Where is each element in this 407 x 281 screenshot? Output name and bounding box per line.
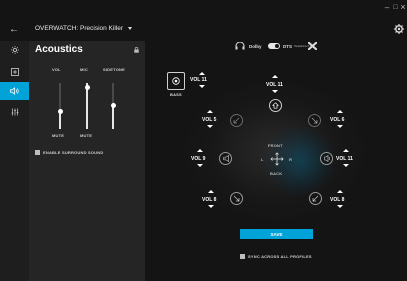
chevron-down-icon	[127, 26, 132, 30]
rear-left-vol-value: VOL 8	[202, 197, 217, 203]
front-right-speaker-icon	[311, 117, 318, 124]
bass-vol-value: VOL 11	[190, 77, 207, 83]
rear-left-speaker-icon	[233, 195, 240, 202]
equalizer-icon	[11, 108, 18, 116]
mic-slider-thumb[interactable]	[84, 85, 90, 90]
checkbox-checked-icon	[35, 150, 40, 155]
front-right-speaker-button[interactable]	[308, 114, 321, 127]
left-vol-up[interactable]	[197, 149, 203, 152]
slider-label-sidetone: SIDETONE	[103, 67, 125, 72]
sync-checkbox[interactable]: SYNC ACROSS ALL PROFILES	[240, 254, 312, 259]
surround-area: Dolby DTS Headphone:X BASS VOL 11 VOL 11…	[145, 41, 407, 281]
center-vol-up[interactable]	[272, 75, 278, 78]
left-vol-value: VOL 9	[191, 156, 206, 162]
sidetone-slider-thumb[interactable]	[110, 103, 116, 108]
lock-icon[interactable]	[134, 47, 139, 53]
bass-vol-up[interactable]	[199, 72, 205, 75]
rear-right-speaker-icon	[312, 195, 319, 202]
right-vol-down[interactable]	[343, 164, 349, 167]
toggle-knob	[275, 44, 279, 48]
compass-right-label: R	[289, 157, 293, 162]
slider-label-vol: VOL	[52, 67, 61, 72]
dts-option[interactable]: DTS	[283, 44, 292, 49]
center-vol-value: VOL 11	[266, 82, 283, 88]
maximize-button[interactable]: □	[392, 3, 399, 11]
headset-icon	[235, 42, 245, 50]
sync-checkbox-label: SYNC ACROSS ALL PROFILES	[248, 254, 312, 259]
subwoofer-icon	[172, 77, 180, 85]
front-left-vol-up[interactable]	[207, 110, 213, 113]
vol-mute-button[interactable]: MUTE	[52, 133, 64, 138]
rear-right-vol-down[interactable]	[337, 205, 343, 208]
dolby-option[interactable]: Dolby	[249, 44, 262, 49]
front-left-vol-value: VOL 5	[202, 117, 217, 123]
rear-right-speaker-button[interactable]	[309, 192, 322, 205]
right-speaker-icon	[323, 155, 330, 162]
right-vol-up[interactable]	[343, 149, 349, 152]
memory-icon	[10, 68, 19, 76]
move-arrows-icon[interactable]	[270, 152, 284, 166]
back-arrow-icon[interactable]: ←	[9, 24, 19, 35]
center-speaker-icon	[272, 102, 279, 109]
profile-dropdown[interactable]: OVERWATCH: Precision Killer	[35, 25, 132, 32]
front-right-vol-value: VOL 6	[330, 117, 345, 123]
rear-left-vol-down[interactable]	[208, 205, 214, 208]
rail-item-lighting[interactable]	[0, 41, 29, 59]
acoustics-panel: Acoustics VOL MIC SIDETONE MUTE MUTE ENA…	[29, 41, 145, 281]
sidetone-slider-fill	[112, 105, 114, 129]
bass-vol-down[interactable]	[199, 85, 205, 88]
rear-right-vol-value: VOL 8	[330, 197, 345, 203]
right-speaker-button[interactable]	[320, 152, 333, 165]
save-button[interactable]: SAVE	[240, 229, 313, 239]
compass-left-label: L	[261, 157, 264, 162]
front-left-speaker-button[interactable]	[230, 114, 243, 127]
front-left-vol-down[interactable]	[207, 125, 213, 128]
panel-title: Acoustics	[35, 44, 83, 55]
surround-checkbox-label: ENABLE SURROUND SOUND	[43, 150, 104, 155]
rear-left-vol-up[interactable]	[208, 190, 214, 193]
sun-icon	[10, 46, 19, 54]
slider-label-mic: MIC	[80, 67, 88, 72]
rear-right-vol-up[interactable]	[337, 190, 343, 193]
left-vol-down[interactable]	[197, 164, 203, 167]
checkbox-checked-icon	[240, 254, 245, 259]
dts-headphone-x-logo: Headphone:X	[294, 42, 320, 50]
compass-front-label: FRONT	[268, 143, 283, 148]
surround-checkbox[interactable]: ENABLE SURROUND SOUND	[35, 150, 103, 155]
vol-slider-fill	[59, 112, 61, 129]
bass-speaker-button[interactable]	[167, 72, 185, 90]
center-vol-down[interactable]	[272, 90, 278, 93]
bass-label: BASS	[170, 92, 182, 97]
settings-gear-icon[interactable]	[394, 24, 404, 34]
rail-item-equalizer[interactable]	[0, 103, 29, 121]
rail-item-acoustics[interactable]	[0, 82, 29, 100]
front-right-vol-up[interactable]	[337, 110, 343, 113]
minimize-button[interactable]: –	[383, 3, 391, 12]
title-bar	[0, 0, 407, 38]
front-right-vol-down[interactable]	[337, 125, 343, 128]
speaker-icon	[10, 87, 19, 95]
nav-rail	[0, 41, 29, 281]
close-button[interactable]: ×	[399, 2, 407, 12]
mic-mute-button[interactable]: MUTE	[80, 133, 92, 138]
front-left-speaker-icon	[233, 117, 240, 124]
left-speaker-button[interactable]	[219, 152, 232, 165]
rear-left-speaker-button[interactable]	[230, 192, 243, 205]
center-speaker-button[interactable]	[269, 99, 282, 112]
right-vol-value: VOL 11	[336, 156, 353, 162]
rail-item-onboard-memory[interactable]	[0, 63, 29, 81]
left-speaker-icon	[222, 155, 229, 162]
profile-name: OVERWATCH: Precision Killer	[35, 25, 124, 32]
compass-back-label: BACK	[270, 171, 283, 176]
vol-slider-thumb[interactable]	[57, 109, 63, 114]
